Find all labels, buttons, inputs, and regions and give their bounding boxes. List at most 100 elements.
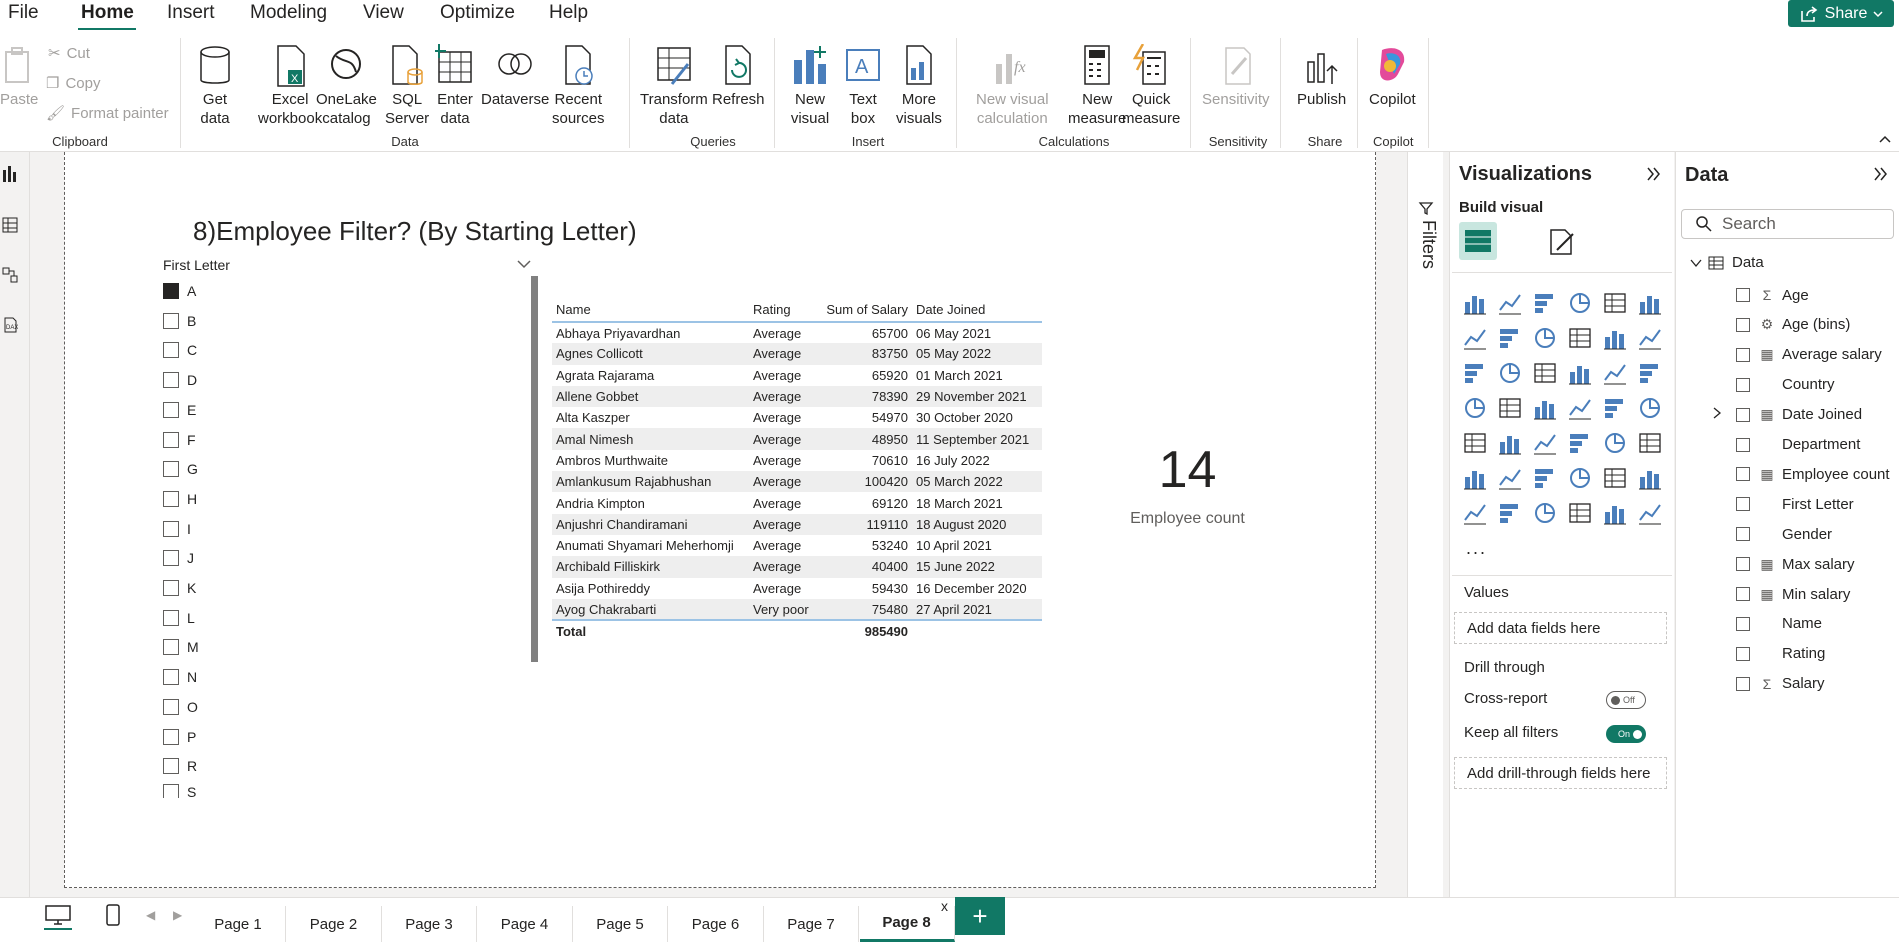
more-visuals-ellipsis[interactable]: ... [1466,538,1487,559]
line-column-icon[interactable] [1602,325,1628,351]
sql-server-button[interactable]: SQL Server [385,44,429,128]
filled-map-icon[interactable] [1532,395,1558,421]
share-button[interactable]: Share [1788,0,1894,27]
slicer-item[interactable]: D [163,368,197,392]
table-row[interactable]: Alta Kaszper Average 54970 30 October 2020 [552,407,1042,428]
clustered-bar-icon[interactable] [1532,290,1558,316]
stacked-bar-icon[interactable] [1462,290,1488,316]
slicer-item[interactable]: H [163,487,197,511]
sensitivity-button[interactable]: Sensitivity [1202,44,1270,109]
slicer-item[interactable]: B [163,309,196,333]
slicer-checkbox[interactable] [163,783,179,798]
slicer-item[interactable]: F [163,428,196,452]
field-item[interactable]: Country [1736,373,1835,397]
publish-button[interactable]: Publish [1297,44,1346,109]
slicer-checkbox[interactable] [163,342,179,359]
menu-help[interactable]: Help [549,2,588,24]
table-view-icon[interactable] [2,216,18,234]
get-data-button[interactable]: Get data [195,44,235,128]
new-visual-calculation-button[interactable]: fx New visual calculation [976,44,1049,128]
close-page-icon[interactable]: x [941,898,948,914]
column-header-name[interactable]: Name [552,298,749,323]
field-checkbox[interactable] [1736,467,1750,482]
menu-optimize[interactable]: Optimize [440,2,515,24]
slicer-checkbox[interactable] [163,580,179,596]
field-checkbox[interactable] [1736,527,1750,542]
page-tab[interactable]: Page 1 [191,906,286,942]
decomposition-tree-icon[interactable] [1532,465,1558,491]
map-icon[interactable] [1497,395,1523,421]
power-apps-icon[interactable] [1497,500,1523,526]
paste-button[interactable]: Paste [0,44,38,109]
slicer-item[interactable]: S [163,783,196,798]
slicer-checkbox[interactable] [163,401,179,418]
qa-icon[interactable] [1567,465,1593,491]
field-item[interactable]: ▦ Date Joined [1736,403,1862,427]
menu-insert[interactable]: Insert [167,2,215,24]
field-item[interactable]: Gender [1736,522,1832,546]
format-visual-icon[interactable] [1545,226,1577,258]
new-card-icon[interactable] [1567,500,1593,526]
slicer-checkbox[interactable] [163,490,179,507]
paginated-report-icon[interactable] [1462,500,1488,526]
slicer-checkbox[interactable] [163,461,179,478]
table-row[interactable]: Abhaya Priyavardhan Average 65700 06 May 20… [552,322,1042,343]
dataverse-button[interactable]: Dataverse [481,44,549,109]
field-checkbox[interactable] [1736,377,1750,392]
field-item[interactable]: Name [1736,612,1822,636]
field-checkbox[interactable] [1736,407,1750,422]
multirow-card-icon[interactable] [1462,430,1488,456]
card-icon[interactable] [1637,395,1663,421]
clustered-column-icon[interactable] [1567,290,1593,316]
new-measure-button[interactable]: New measure [1068,44,1126,128]
field-item[interactable]: Σ Age [1736,283,1809,307]
field-item[interactable]: ▦ Min salary [1736,582,1850,606]
field-checkbox[interactable] [1736,497,1750,512]
desktop-view-icon[interactable] [44,904,72,926]
matrix-icon[interactable] [1602,430,1628,456]
copy-button[interactable]: ❐ Copy [46,74,100,93]
field-item[interactable]: ⚙ Age (bins) [1736,313,1850,337]
menu-home[interactable]: Home [81,2,134,24]
line-chart-icon[interactable] [1462,325,1488,351]
field-checkbox[interactable] [1736,557,1750,572]
field-checkbox[interactable] [1736,676,1750,691]
quick-measure-button[interactable]: Quick measure [1122,44,1180,128]
line-clustered-icon[interactable] [1637,325,1663,351]
table-row[interactable]: Agnes Collicott Average 83750 05 May 2022 [552,343,1042,365]
slicer-checkbox[interactable] [163,758,179,775]
slicer-item[interactable]: P [163,725,196,749]
field-item[interactable]: ▦ Employee count [1736,462,1890,486]
excel-workbook-button[interactable]: X Excel workbook [258,44,322,128]
slicer-item[interactable]: C [163,338,197,362]
slicer-checkbox[interactable] [163,312,179,329]
text-box-button[interactable]: A Text box [843,44,883,128]
employee-table[interactable]: Name Rating Sum of Salary Date Joined Ab… [552,298,1042,642]
slicer-item[interactable]: N [163,665,197,689]
keep-filters-toggle[interactable]: On [1606,725,1646,743]
stacked-area-icon[interactable] [1532,325,1558,351]
field-checkbox[interactable] [1736,646,1750,661]
page-tab[interactable]: Page 4 [478,906,573,942]
narrative-icon[interactable] [1602,465,1628,491]
table-row[interactable]: Agrata Rajarama Average 65920 01 March 2021 [552,365,1042,386]
slicer-item[interactable]: G [163,457,198,481]
slicer-item[interactable]: M [163,635,199,659]
field-item[interactable]: ▦ Max salary [1736,552,1855,576]
recent-sources-button[interactable]: Recent sources [552,44,605,128]
enter-data-button[interactable]: Enter data [435,44,475,128]
page-tab[interactable]: Page 3 [382,906,477,942]
funnel-icon[interactable] [1532,360,1558,386]
table-row[interactable]: Anjushri Chandiramani Average 119110 18 Aug… [552,513,1042,535]
values-drop-well[interactable]: Add data fields here [1454,612,1667,644]
slicer-checkbox[interactable] [163,283,179,299]
format-painter-button[interactable]: 🖌 Format painter [46,104,169,123]
area-chart-icon[interactable] [1497,325,1523,351]
stacked-column-icon[interactable] [1497,290,1523,316]
field-checkbox[interactable] [1736,437,1750,452]
100-bar-icon[interactable] [1602,290,1628,316]
transform-data-button[interactable]: Transform data [640,44,708,128]
copilot-button[interactable]: Copilot [1369,44,1416,109]
table-row[interactable]: Anumati Shyamari Meherhomji Average 53240 1… [552,535,1042,556]
field-item[interactable]: Σ Salary [1736,672,1825,696]
